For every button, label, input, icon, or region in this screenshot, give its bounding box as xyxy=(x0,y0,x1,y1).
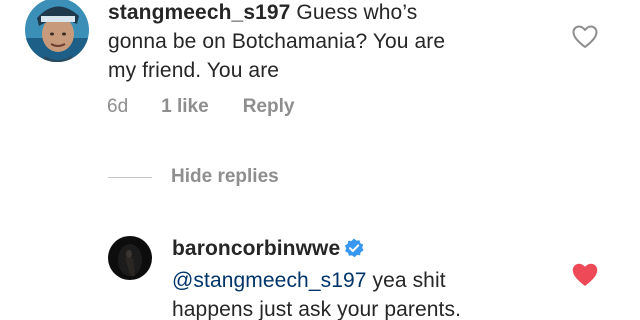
verified-badge-icon xyxy=(345,238,364,258)
comment-timestamp: 6d xyxy=(107,96,129,117)
verified-badge xyxy=(344,237,364,266)
reply-mention-link[interactable]: @stangmeech_s197 xyxy=(172,269,367,292)
reply-username[interactable]: baroncorbinwwe xyxy=(172,237,340,260)
comment-body: stangmeech_s197 Guess who’s gonna be on … xyxy=(108,0,578,85)
comment-username[interactable]: stangmeech_s197 xyxy=(108,1,290,24)
reply-avatar-photo xyxy=(108,236,152,280)
comment-like-button[interactable] xyxy=(572,25,598,54)
comment-text-line1: Guess who’s xyxy=(290,1,418,24)
comment-likes-count[interactable]: 1 like xyxy=(161,96,209,118)
avatar[interactable] xyxy=(25,0,89,62)
reply-text-line1: yea shit xyxy=(366,269,446,292)
reply-like-button[interactable] xyxy=(572,263,598,292)
comments-thread: stangmeech_s197 Guess who’s gonna be on … xyxy=(0,0,640,320)
reply-text-line2: happens just ask your parents. xyxy=(172,298,462,320)
heart-filled-icon xyxy=(572,263,598,286)
hide-replies-button[interactable]: Hide replies xyxy=(171,166,279,188)
comment-text-line3: my friend. You are xyxy=(108,59,280,82)
reply-avatar[interactable] xyxy=(108,236,152,280)
heart-outline-icon xyxy=(572,25,598,48)
reply-body: baroncorbinwwe @stangmeech_s197 yea shit… xyxy=(172,234,572,320)
comment-meta: 6d 1 like Reply xyxy=(107,96,294,118)
hide-replies-divider xyxy=(108,177,152,178)
avatar-photo xyxy=(25,0,89,62)
comment-reply-button[interactable]: Reply xyxy=(243,96,295,118)
comment-text-line2: gonna be on Botchamania? You are xyxy=(108,30,446,53)
